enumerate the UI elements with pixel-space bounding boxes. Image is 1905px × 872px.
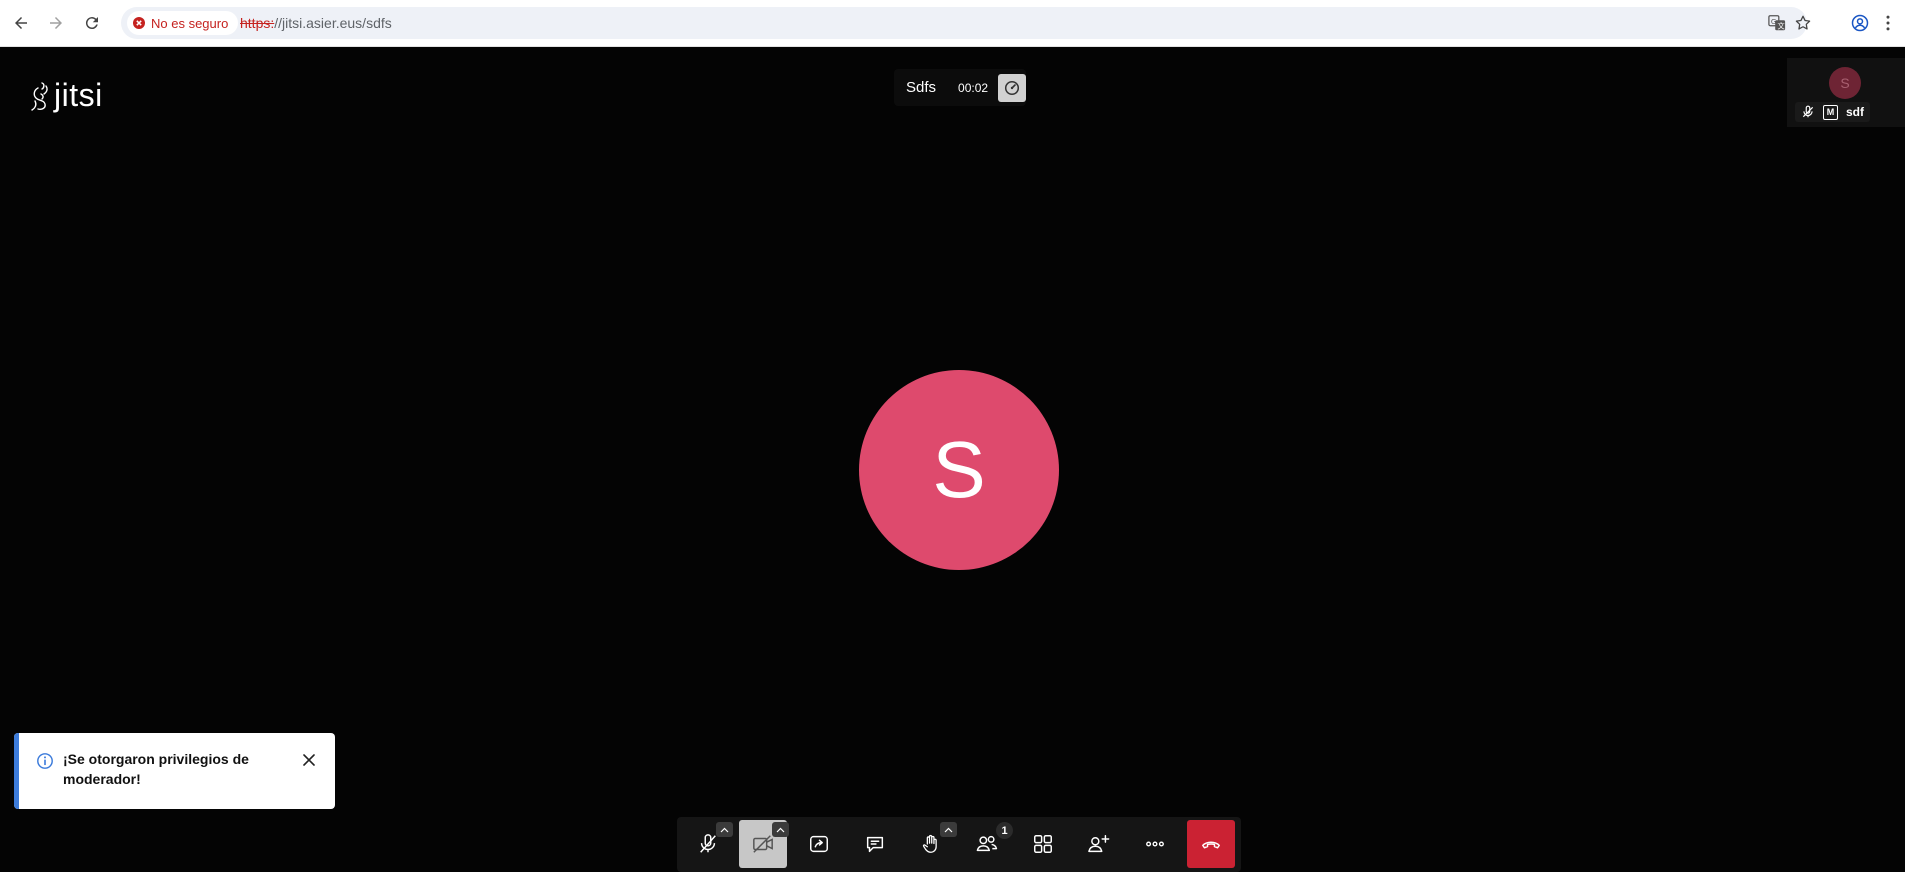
- video-options-toggle[interactable]: [772, 822, 789, 837]
- participant-thumbnail[interactable]: S M sdf: [1787, 58, 1905, 127]
- audio-options-toggle[interactable]: [716, 822, 733, 837]
- conference-stage: jitsi Sdfs 00:02 S M sdf S ¡Se otorgaron…: [0, 47, 1905, 872]
- back-button[interactable]: [9, 11, 33, 35]
- reactions-options-toggle[interactable]: [940, 822, 957, 837]
- participants-icon: [976, 835, 998, 852]
- mic-muted-icon: [700, 834, 716, 853]
- add-person-icon: [1088, 835, 1110, 853]
- url-text[interactable]: https://jitsi.asier.eus/sdfs: [240, 15, 392, 31]
- participants-count-badge: 1: [996, 822, 1013, 839]
- notification-text: ¡Se otorgaron privilegios de moderador!: [63, 751, 249, 787]
- info-icon: [37, 753, 53, 769]
- translate-button[interactable]: G文: [1765, 11, 1789, 35]
- logo-text: jitsi: [54, 77, 103, 113]
- reload-button[interactable]: [80, 11, 104, 35]
- site-security-chip[interactable]: No es seguro: [127, 11, 239, 35]
- chat-icon: [866, 836, 884, 853]
- star-icon: [1795, 15, 1811, 30]
- bookmark-button[interactable]: [1791, 11, 1815, 35]
- warning-icon: [133, 17, 145, 29]
- jitsi-logo-icon: [31, 81, 48, 111]
- close-icon: [303, 754, 315, 766]
- invite-button[interactable]: [1075, 820, 1123, 868]
- mic-muted-icon: [1802, 105, 1814, 118]
- moderator-badge: M: [1823, 104, 1838, 120]
- browser-toolbar: No es seguro https://jitsi.asier.eus/sdf…: [0, 0, 1905, 47]
- notification-close-button[interactable]: [298, 749, 320, 771]
- thumbnail-status-bar: M sdf: [1795, 102, 1870, 122]
- reload-icon: [85, 17, 98, 30]
- screen-share-icon: [810, 835, 828, 853]
- avatar-initial: S: [932, 425, 986, 514]
- meeting-subject: Sdfs: [906, 79, 937, 96]
- arrow-left-icon: [15, 17, 27, 29]
- arrow-right-icon: [50, 17, 62, 29]
- notification-accent-bar: [14, 733, 19, 809]
- raised-hand-icon: [922, 834, 937, 853]
- svg-text:文: 文: [1777, 21, 1784, 30]
- thumbnail-display-name: sdf: [1846, 105, 1864, 119]
- chevron-up-icon: [944, 827, 953, 832]
- meeting-toolbar: 1: [677, 817, 1241, 872]
- account-circle-icon: [1851, 14, 1869, 32]
- tile-view-button[interactable]: [1019, 820, 1067, 868]
- jitsi-logo[interactable]: jitsi: [28, 77, 103, 114]
- meeting-timer: 00:02: [958, 80, 989, 95]
- screenshare-button[interactable]: [795, 820, 843, 868]
- chevron-up-icon: [776, 827, 785, 832]
- moderator-notification: ¡Se otorgaron privilegios de moderador!: [14, 733, 335, 809]
- url-scheme: https:: [240, 15, 275, 31]
- grid-icon: [1034, 835, 1052, 853]
- chevron-up-icon: [720, 827, 729, 832]
- gauge-icon: [1004, 80, 1020, 95]
- thumbnail-avatar: S: [1829, 67, 1861, 99]
- more-vertical-icon: [1886, 15, 1890, 31]
- camera-off-icon: [753, 835, 773, 853]
- translate-icon: G文: [1768, 15, 1786, 30]
- chat-button[interactable]: [851, 820, 899, 868]
- url-host-path: //jitsi.asier.eus/sdfs: [274, 15, 392, 31]
- security-label: No es seguro: [151, 15, 229, 31]
- address-bar[interactable]: No es seguro https://jitsi.asier.eus/sdf…: [121, 7, 1811, 39]
- more-actions-button[interactable]: [1131, 820, 1179, 868]
- forward-button[interactable]: [44, 11, 68, 35]
- hangup-icon: [1202, 841, 1220, 849]
- more-horizontal-icon: [1146, 841, 1164, 847]
- connection-indicator[interactable]: [998, 73, 1027, 102]
- profile-button[interactable]: [1848, 11, 1872, 35]
- browser-menu-button[interactable]: [1876, 11, 1900, 35]
- conference-subject: Sdfs 00:02: [894, 69, 1027, 106]
- hangup-button[interactable]: [1187, 820, 1235, 868]
- local-participant-avatar: S: [859, 370, 1059, 570]
